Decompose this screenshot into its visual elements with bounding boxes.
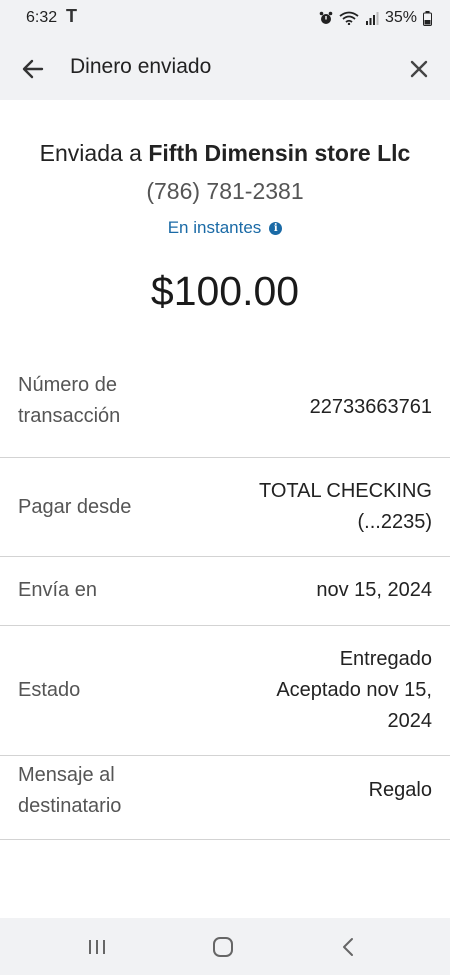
status-row: Estado Entregado Aceptado nov 15, 2024: [0, 626, 450, 756]
send-on-value: nov 15, 2024: [316, 579, 432, 601]
status-bar: 6:32 T 35%: [0, 0, 450, 36]
status-value-line2: Aceptado nov 15,: [276, 679, 432, 701]
status-label: Estado: [18, 679, 81, 701]
transaction-details[interactable]: Número de transacción 22733663761 Pagar …: [0, 372, 450, 842]
app-bar: Dinero enviado: [0, 36, 450, 100]
send-on-label: Envía en: [18, 579, 97, 601]
status-value-line1: Entregado: [339, 648, 432, 670]
delivery-speed-label: En instantes: [167, 218, 262, 237]
transaction-number-label: Número de transacción: [18, 372, 120, 432]
pay-from-value-line2: (...2235): [357, 511, 432, 533]
alarm-icon: [319, 11, 333, 24]
pay-from-label: Pagar desde: [18, 496, 132, 518]
info-icon[interactable]: i: [269, 221, 283, 235]
message-label-line1: Mensaje al: [18, 764, 115, 786]
close-icon[interactable]: [404, 54, 434, 84]
recipient-name: Fifth Dimensin store Llc: [148, 140, 411, 166]
pay-from-value-line1: TOTAL CHECKING: [259, 480, 432, 502]
page-title: Dinero enviado: [70, 55, 212, 78]
pay-from-value: TOTAL CHECKING (...2235): [259, 476, 432, 538]
recipient-phone: (786) 781-2381: [146, 178, 304, 204]
send-on-row: Envía en nov 15, 2024: [0, 557, 450, 626]
message-label: Mensaje al destinatario: [18, 760, 121, 822]
status-time: 6:32: [26, 9, 58, 26]
transaction-number-label-line2: transacción: [18, 405, 121, 427]
status-value: Entregado Aceptado nov 15, 2024: [276, 644, 432, 737]
battery-icon: [423, 10, 432, 26]
message-row: Mensaje al destinatario Regalo: [0, 756, 450, 840]
battery-percent: 35%: [384, 9, 417, 26]
sent-prefix: Enviada a: [39, 140, 149, 166]
carrier-logo: T: [66, 6, 77, 26]
sent-to-line: Enviada a Fifth Dimensin store Llc: [0, 140, 450, 167]
amount: $100.00: [150, 268, 300, 314]
arrow-left-icon[interactable]: [18, 54, 48, 84]
transaction-number-value: 22733663761: [309, 396, 432, 418]
status-value-line3: 2024: [387, 710, 433, 732]
pay-from-row: Pagar desde TOTAL CHECKING (...2235): [0, 458, 450, 557]
wifi-icon: [339, 11, 359, 25]
message-value: Regalo: [368, 779, 432, 801]
message-label-line2: destinatario: [18, 795, 122, 817]
back-icon[interactable]: [334, 932, 364, 962]
system-nav-bar: [0, 918, 450, 975]
recent-apps-icon[interactable]: [82, 932, 112, 962]
home-icon[interactable]: [208, 932, 238, 962]
status-icons: 35%: [319, 9, 432, 27]
transaction-number-row: Número de transacción 22733663761: [0, 372, 450, 458]
signal-icon: [365, 12, 379, 25]
transaction-number-label-line1: Número de: [18, 374, 117, 396]
delivery-speed[interactable]: En instantes i: [0, 218, 450, 238]
